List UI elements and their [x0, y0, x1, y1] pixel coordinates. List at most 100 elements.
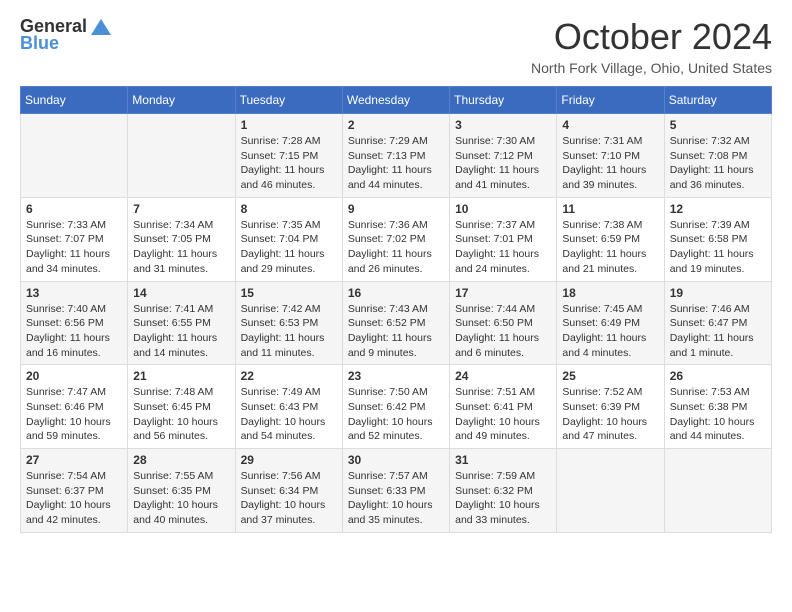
- day-detail: Sunrise: 7:42 AM Sunset: 6:53 PM Dayligh…: [241, 302, 337, 361]
- day-number: 18: [562, 286, 658, 300]
- day-detail: Sunrise: 7:51 AM Sunset: 6:41 PM Dayligh…: [455, 385, 551, 444]
- day-detail: Sunrise: 7:50 AM Sunset: 6:42 PM Dayligh…: [348, 385, 444, 444]
- calendar-cell: 12 Sunrise: 7:39 AM Sunset: 6:58 PM Dayli…: [664, 197, 771, 281]
- calendar-cell: 23Sunrise: 7:50 AM Sunset: 6:42 PM Dayli…: [342, 365, 449, 449]
- title-block: October 2024 North Fork Village, Ohio, U…: [531, 16, 772, 76]
- day-number: 1: [241, 118, 337, 132]
- day-detail: Sunrise: 7:38 AM Sunset: 6:59 PM Dayligh…: [562, 218, 658, 277]
- calendar-cell: 9 Sunrise: 7:36 AM Sunset: 7:02 PM Daylig…: [342, 197, 449, 281]
- day-detail: Sunrise: 7:32 AM Sunset: 7:08 PM Dayligh…: [670, 134, 766, 193]
- calendar-cell: 2 Sunrise: 7:29 AM Sunset: 7:13 PM Daylig…: [342, 114, 449, 198]
- day-number: 31: [455, 453, 551, 467]
- calendar-cell: [664, 449, 771, 533]
- day-number: 5: [670, 118, 766, 132]
- calendar-cell: 24 Sunrise: 7:51 AM Sunset: 6:41 PM Dayli…: [450, 365, 557, 449]
- calendar-cell: [557, 449, 664, 533]
- logo-icon: [89, 17, 113, 37]
- page-container: General Blue October 2024 North Fork Vil…: [0, 0, 792, 549]
- day-detail: Sunrise: 7:39 AM Sunset: 6:58 PM Dayligh…: [670, 218, 766, 277]
- calendar-cell: 19Sunrise: 7:46 AM Sunset: 6:47 PM Dayli…: [664, 281, 771, 365]
- calendar-cell: 17 Sunrise: 7:44 AM Sunset: 6:50 PM Dayli…: [450, 281, 557, 365]
- day-detail: Sunrise: 7:35 AM Sunset: 7:04 PM Dayligh…: [241, 218, 337, 277]
- header: General Blue October 2024 North Fork Vil…: [20, 16, 772, 76]
- calendar-week-row: 1 Sunrise: 7:28 AM Sunset: 7:15 PM Daylig…: [21, 114, 772, 198]
- day-number: 15: [241, 286, 337, 300]
- day-detail: Sunrise: 7:29 AM Sunset: 7:13 PM Dayligh…: [348, 134, 444, 193]
- calendar-cell: 6Sunrise: 7:33 AM Sunset: 7:07 PM Daylig…: [21, 197, 128, 281]
- weekday-header: Saturday: [664, 87, 771, 114]
- calendar-cell: 31 Sunrise: 7:59 AM Sunset: 6:32 PM Dayli…: [450, 449, 557, 533]
- calendar-cell: 21 Sunrise: 7:48 AM Sunset: 6:45 PM Dayli…: [128, 365, 235, 449]
- day-detail: Sunrise: 7:36 AM Sunset: 7:02 PM Dayligh…: [348, 218, 444, 277]
- day-number: 24: [455, 369, 551, 383]
- logo-blue: Blue: [20, 33, 59, 54]
- day-number: 21: [133, 369, 229, 383]
- day-detail: Sunrise: 7:37 AM Sunset: 7:01 PM Dayligh…: [455, 218, 551, 277]
- day-number: 22: [241, 369, 337, 383]
- day-detail: Sunrise: 7:45 AM Sunset: 6:49 PM Dayligh…: [562, 302, 658, 361]
- calendar-cell: 26Sunrise: 7:53 AM Sunset: 6:38 PM Dayli…: [664, 365, 771, 449]
- month-title: October 2024: [531, 16, 772, 58]
- day-detail: Sunrise: 7:56 AM Sunset: 6:34 PM Dayligh…: [241, 469, 337, 528]
- calendar-cell: 30 Sunrise: 7:57 AM Sunset: 6:33 PM Dayli…: [342, 449, 449, 533]
- calendar-cell: 8 Sunrise: 7:35 AM Sunset: 7:04 PM Daylig…: [235, 197, 342, 281]
- calendar-cell: 4 Sunrise: 7:31 AM Sunset: 7:10 PM Daylig…: [557, 114, 664, 198]
- calendar-cell: 28 Sunrise: 7:55 AM Sunset: 6:35 PM Dayli…: [128, 449, 235, 533]
- day-detail: Sunrise: 7:47 AM Sunset: 6:46 PM Dayligh…: [26, 385, 122, 444]
- calendar-cell: 13 Sunrise: 7:40 AM Sunset: 6:56 PM Dayli…: [21, 281, 128, 365]
- day-detail: Sunrise: 7:40 AM Sunset: 6:56 PM Dayligh…: [26, 302, 122, 361]
- day-detail: Sunrise: 7:48 AM Sunset: 6:45 PM Dayligh…: [133, 385, 229, 444]
- day-detail: Sunrise: 7:43 AM Sunset: 6:52 PM Dayligh…: [348, 302, 444, 361]
- day-number: 27: [26, 453, 122, 467]
- day-number: 7: [133, 202, 229, 216]
- location: North Fork Village, Ohio, United States: [531, 60, 772, 76]
- calendar-week-row: 27Sunrise: 7:54 AM Sunset: 6:37 PM Dayli…: [21, 449, 772, 533]
- calendar-cell: 5 Sunrise: 7:32 AM Sunset: 7:08 PM Daylig…: [664, 114, 771, 198]
- day-number: 11: [562, 202, 658, 216]
- day-detail: Sunrise: 7:28 AM Sunset: 7:15 PM Dayligh…: [241, 134, 337, 193]
- calendar-cell: 10Sunrise: 7:37 AM Sunset: 7:01 PM Dayli…: [450, 197, 557, 281]
- day-number: 25: [562, 369, 658, 383]
- logo: General Blue: [20, 16, 113, 54]
- calendar-table: SundayMondayTuesdayWednesdayThursdayFrid…: [20, 86, 772, 533]
- day-number: 12: [670, 202, 766, 216]
- weekday-header-row: SundayMondayTuesdayWednesdayThursdayFrid…: [21, 87, 772, 114]
- day-number: 30: [348, 453, 444, 467]
- day-detail: Sunrise: 7:34 AM Sunset: 7:05 PM Dayligh…: [133, 218, 229, 277]
- day-detail: Sunrise: 7:31 AM Sunset: 7:10 PM Dayligh…: [562, 134, 658, 193]
- day-number: 9: [348, 202, 444, 216]
- day-detail: Sunrise: 7:57 AM Sunset: 6:33 PM Dayligh…: [348, 469, 444, 528]
- day-detail: Sunrise: 7:55 AM Sunset: 6:35 PM Dayligh…: [133, 469, 229, 528]
- calendar-week-row: 6Sunrise: 7:33 AM Sunset: 7:07 PM Daylig…: [21, 197, 772, 281]
- day-number: 13: [26, 286, 122, 300]
- calendar-cell: 16 Sunrise: 7:43 AM Sunset: 6:52 PM Dayli…: [342, 281, 449, 365]
- day-number: 8: [241, 202, 337, 216]
- day-detail: Sunrise: 7:49 AM Sunset: 6:43 PM Dayligh…: [241, 385, 337, 444]
- day-number: 26: [670, 369, 766, 383]
- day-number: 17: [455, 286, 551, 300]
- day-number: 4: [562, 118, 658, 132]
- day-number: 28: [133, 453, 229, 467]
- weekday-header: Thursday: [450, 87, 557, 114]
- calendar-cell: 18 Sunrise: 7:45 AM Sunset: 6:49 PM Dayli…: [557, 281, 664, 365]
- day-detail: Sunrise: 7:30 AM Sunset: 7:12 PM Dayligh…: [455, 134, 551, 193]
- weekday-header: Friday: [557, 87, 664, 114]
- day-number: 2: [348, 118, 444, 132]
- day-number: 14: [133, 286, 229, 300]
- weekday-header: Tuesday: [235, 87, 342, 114]
- day-detail: Sunrise: 7:44 AM Sunset: 6:50 PM Dayligh…: [455, 302, 551, 361]
- day-number: 16: [348, 286, 444, 300]
- day-detail: Sunrise: 7:52 AM Sunset: 6:39 PM Dayligh…: [562, 385, 658, 444]
- weekday-header: Sunday: [21, 87, 128, 114]
- calendar-cell: 20 Sunrise: 7:47 AM Sunset: 6:46 PM Dayli…: [21, 365, 128, 449]
- calendar-cell: [128, 114, 235, 198]
- calendar-week-row: 20 Sunrise: 7:47 AM Sunset: 6:46 PM Dayli…: [21, 365, 772, 449]
- weekday-header: Wednesday: [342, 87, 449, 114]
- calendar-week-row: 13 Sunrise: 7:40 AM Sunset: 6:56 PM Dayli…: [21, 281, 772, 365]
- day-number: 20: [26, 369, 122, 383]
- calendar-cell: 14 Sunrise: 7:41 AM Sunset: 6:55 PM Dayli…: [128, 281, 235, 365]
- calendar-cell: 22 Sunrise: 7:49 AM Sunset: 6:43 PM Dayli…: [235, 365, 342, 449]
- day-number: 6: [26, 202, 122, 216]
- day-detail: Sunrise: 7:41 AM Sunset: 6:55 PM Dayligh…: [133, 302, 229, 361]
- day-detail: Sunrise: 7:59 AM Sunset: 6:32 PM Dayligh…: [455, 469, 551, 528]
